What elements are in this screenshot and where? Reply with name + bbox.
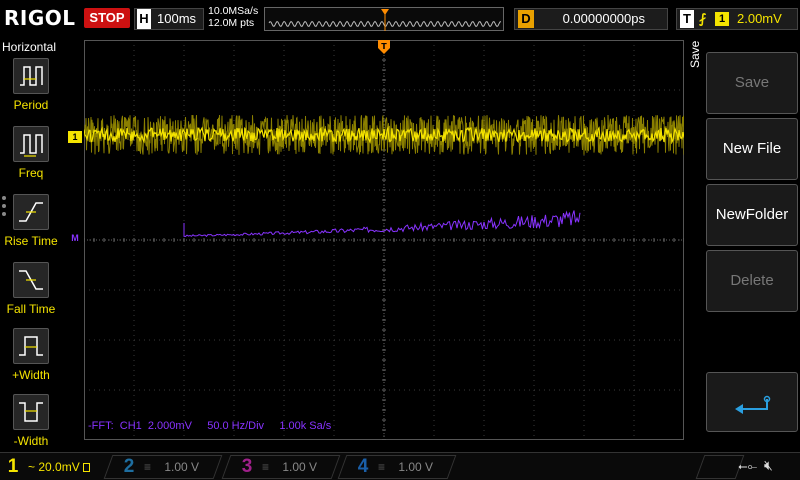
measure-frequency[interactable]: Freq xyxy=(0,126,62,190)
ch4-scale: ≡ 1.00 V xyxy=(378,455,433,479)
delay-value: 0.00000000ps xyxy=(562,11,645,26)
run-stop-indicator[interactable]: STOP xyxy=(84,8,130,28)
fft-waveform xyxy=(183,210,581,238)
rise-time-icon xyxy=(13,194,49,230)
channel-status-bar: 1 ~ 20.0mV 2 ≡ 1.00 V 3 ≡ 1.00 V 4 ≡ 1.0… xyxy=(0,452,800,480)
timebase-value: 100ms xyxy=(157,11,197,26)
waveform-display[interactable] xyxy=(84,40,684,440)
trigger-source: 1 xyxy=(715,12,729,26)
trigger-label: T xyxy=(680,10,694,28)
measure-period[interactable]: Period xyxy=(0,58,62,122)
usb-icon: ⭠⟜ xyxy=(738,459,758,473)
waveform-canvas xyxy=(84,40,684,440)
trigger-delay[interactable]: D 0.00000000ps xyxy=(514,8,668,30)
save-menu-title-text: Save xyxy=(688,40,702,68)
overview-waveform-graphic xyxy=(268,9,502,31)
ch1-scale-value: 20.0mV xyxy=(38,460,80,474)
fall-time-icon xyxy=(13,262,49,298)
fft-info-label: -FFT: CH1 2.000mV 50.0 Hz/Div 1.00k Sa/s xyxy=(88,420,332,432)
negative-width-icon xyxy=(13,394,49,430)
new-folder-button[interactable]: NewFolder xyxy=(706,184,798,246)
ch2-status[interactable]: 2 ≡ 1.00 V xyxy=(118,455,228,479)
graticule xyxy=(84,40,684,440)
ch1-offset-marker[interactable]: 1 xyxy=(68,131,82,143)
ac-coupling-icon: ~ xyxy=(28,460,36,474)
ch4-scale-value: 1.00 V xyxy=(398,460,434,474)
acquisition-info: 10.0MSa/s 12.0M pts xyxy=(208,5,258,29)
measure-rise-time[interactable]: Rise Time xyxy=(0,194,62,258)
top-status-bar: RIGOL STOP H 100ms 10.0MSa/s 12.0M pts D… xyxy=(0,0,800,38)
save-menu-title: Save xyxy=(688,28,702,68)
ch1-scale: ~ 20.0mV xyxy=(28,455,91,479)
horizontal-timebase[interactable]: H 100ms xyxy=(134,8,204,30)
rise-time-label: Rise Time xyxy=(4,234,58,248)
enter-button[interactable] xyxy=(706,372,798,432)
period-icon xyxy=(13,58,49,94)
sample-rate: 10.0MSa/s xyxy=(208,5,259,17)
coupling-icon: ≡ xyxy=(262,460,270,474)
delete-button[interactable]: Delete xyxy=(706,250,798,312)
new-file-button[interactable]: New File xyxy=(706,118,798,180)
ch3-scale: ≡ 1.00 V xyxy=(262,455,317,479)
math-offset-marker[interactable]: M xyxy=(68,232,82,244)
coupling-icon: ≡ xyxy=(378,460,386,474)
ch1-number: 1 xyxy=(7,456,19,477)
trigger-level: 2.00mV xyxy=(737,11,782,26)
fall-time-label: Fall Time xyxy=(6,302,56,316)
ch4-status[interactable]: 4 ≡ 1.00 V xyxy=(352,455,462,479)
ch3-status[interactable]: 3 ≡ 1.00 V xyxy=(236,455,346,479)
coupling-icon: ≡ xyxy=(144,460,152,474)
measure-menu-title: Horizontal xyxy=(2,40,57,54)
memory-depth: 12.0M pts xyxy=(208,17,255,29)
horizontal-label: H xyxy=(137,9,151,29)
negative-width-label: -Width xyxy=(13,434,49,448)
save-menu: Save Save New File NewFolder Delete xyxy=(686,38,800,452)
measure-negative-width[interactable]: -Width xyxy=(0,394,62,458)
ch3-number: 3 xyxy=(241,456,253,477)
speaker-muted-icon[interactable]: 🔇︎ xyxy=(764,457,773,474)
enter-icon xyxy=(735,395,771,414)
frequency-icon xyxy=(13,126,49,162)
ch3-scale-value: 1.00 V xyxy=(282,460,318,474)
waveform-overview-bar xyxy=(264,7,504,31)
ch4-number: 4 xyxy=(357,456,369,477)
measure-positive-width[interactable]: +Width xyxy=(0,328,62,392)
positive-width-label: +Width xyxy=(12,368,50,382)
delay-label: D xyxy=(518,10,534,28)
trigger-settings[interactable]: T ⨏ 1 2.00mV xyxy=(676,8,798,30)
period-label: Period xyxy=(13,98,49,112)
svg-text:T: T xyxy=(381,42,387,51)
ch1-status[interactable]: 1 ~ 20.0mV xyxy=(2,455,112,479)
brand-logo: RIGOL xyxy=(4,6,76,30)
bandwidth-limit-icon xyxy=(83,463,91,473)
save-button[interactable]: Save xyxy=(706,52,798,114)
ch2-scale: ≡ 1.00 V xyxy=(144,455,199,479)
frequency-label: Freq xyxy=(18,166,44,180)
ch2-number: 2 xyxy=(123,456,135,477)
measure-fall-time[interactable]: Fall Time xyxy=(0,262,62,326)
rising-edge-icon: ⨏ xyxy=(699,11,707,26)
positive-width-icon xyxy=(13,328,49,364)
measure-menu: Horizontal Period Freq Rise Time Fall Ti… xyxy=(0,38,62,452)
ch2-scale-value: 1.00 V xyxy=(164,460,200,474)
trigger-position-marker-icon[interactable]: T xyxy=(378,40,390,54)
